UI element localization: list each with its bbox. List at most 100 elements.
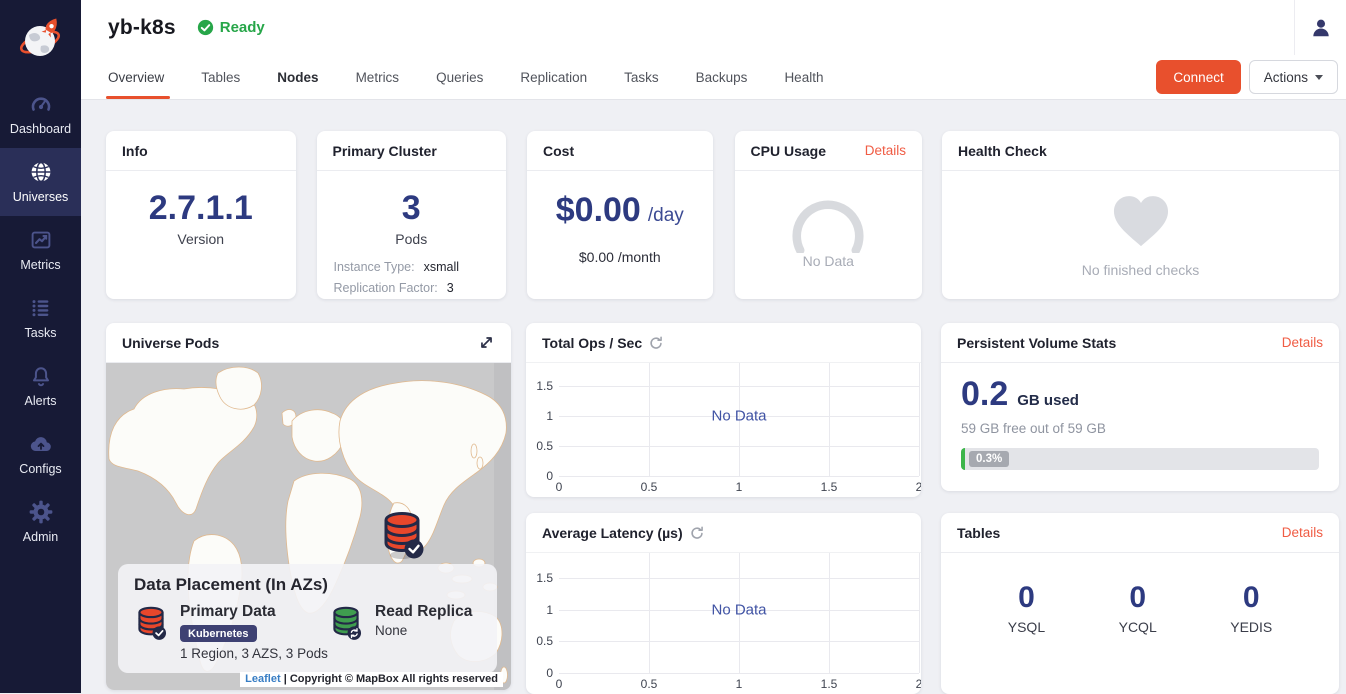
yugabyte-logo[interactable] — [0, 0, 81, 80]
avg-latency-title: Average Latency (µs) — [542, 525, 683, 541]
expand-icon[interactable] — [478, 334, 495, 351]
configs-cloud-upload-icon — [29, 432, 53, 456]
primary-data-marker[interactable] — [378, 509, 426, 561]
primary-data-legend: Primary Data Kubernetes 1 Region, 3 AZS,… — [134, 603, 329, 661]
sidebar: Dashboard Universes Metrics Tasks Alerts… — [0, 0, 81, 693]
metrics-chart-icon — [29, 228, 53, 252]
read-replica-legend: Read Replica None — [329, 603, 472, 661]
refresh-icon[interactable] — [690, 526, 704, 540]
check-circle-icon — [197, 19, 214, 36]
info-card-title: Info — [122, 143, 148, 159]
attribution-text: | Copyright © MapBox All rights reserved — [284, 673, 498, 685]
instance-type-row: Instance Type: xsmall — [334, 257, 490, 278]
tab-tasks[interactable]: Tasks — [624, 55, 659, 99]
read-replica-value: None — [375, 623, 472, 638]
globe-icon — [29, 160, 53, 184]
read-replica-label: Read Replica — [375, 603, 472, 621]
pv-usage-fill — [961, 448, 965, 470]
universe-title: yb-k8s — [108, 16, 176, 40]
tab-backups[interactable]: Backups — [696, 55, 748, 99]
kubernetes-badge: Kubernetes — [180, 625, 257, 642]
pv-free-text: 59 GB free out of 59 GB — [961, 421, 1319, 436]
replica-database-icon — [329, 605, 363, 643]
top-bar: yb-k8s Ready — [81, 0, 1346, 55]
tasks-list-icon — [29, 296, 53, 320]
total-ops-card: Total Ops / Sec 2 1.5 1 0.5 0 — [526, 323, 921, 497]
health-check-card: Health Check No finished checks — [942, 131, 1339, 299]
tab-replication[interactable]: Replication — [520, 55, 587, 99]
cost-per-month: $0.00 /month — [527, 249, 713, 265]
tab-queries[interactable]: Queries — [436, 55, 483, 99]
info-card: Info 2.7.1.1 Version — [106, 131, 296, 299]
cost-card-title: Cost — [543, 143, 574, 159]
pv-used-unit: GB used — [1017, 392, 1079, 409]
avg-latency-no-data: No Data — [711, 601, 766, 618]
avg-latency-card: Average Latency (µs) 2 1.5 1 0.5 — [526, 513, 921, 694]
health-check-title: Health Check — [958, 143, 1047, 159]
status-badge: Ready — [197, 19, 265, 36]
refresh-icon[interactable] — [649, 336, 663, 350]
tab-metrics[interactable]: Metrics — [356, 55, 400, 99]
data-placement-legend: Data Placement (In AZs) — [118, 564, 497, 673]
pv-percent-badge: 0.3% — [969, 451, 1009, 467]
chevron-down-icon — [1315, 75, 1323, 80]
version-label: Version — [106, 231, 296, 247]
cost-card: Cost $0.00 /day $0.00 /month — [527, 131, 713, 299]
tab-health[interactable]: Health — [784, 55, 823, 99]
pods-count: 3 — [317, 191, 507, 225]
map-attribution: Leaflet | Copyright © MapBox All rights … — [240, 672, 503, 687]
cost-per-day: $0.00 — [556, 193, 641, 227]
ycql-counter: 0 YCQL — [1119, 583, 1157, 635]
persistent-volume-card: Persistent Volume Stats Details 0.2 GB u… — [941, 323, 1339, 491]
cpu-usage-title: CPU Usage — [751, 143, 826, 159]
total-ops-chart: 2 1.5 1 0.5 0 0 0.5 1 1.5 2 No Data — [526, 363, 921, 497]
pods-label: Pods — [317, 231, 507, 247]
connect-button[interactable]: Connect — [1156, 60, 1240, 94]
gauge-arc-icon — [785, 185, 871, 253]
dashboard-gauge-icon — [29, 92, 53, 116]
tab-bar: Overview Tables Nodes Metrics Queries Re… — [81, 55, 1346, 100]
pv-usage-bar: 0.3% — [961, 448, 1319, 470]
cost-day-unit: /day — [648, 205, 684, 227]
user-menu[interactable] — [1294, 0, 1346, 55]
yedis-counter: 0 YEDIS — [1230, 583, 1272, 635]
primary-cluster-title: Primary Cluster — [333, 143, 437, 159]
alerts-bell-icon — [29, 364, 53, 388]
tab-tables[interactable]: Tables — [201, 55, 240, 99]
tables-title: Tables — [957, 525, 1000, 541]
cpu-usage-card: CPU Usage Details No Data — [735, 131, 923, 299]
tables-details-link[interactable]: Details — [1282, 525, 1323, 540]
world-map[interactable]: Data Placement (In AZs) — [106, 363, 511, 690]
cpu-no-data: No Data — [803, 253, 854, 269]
sidebar-item-metrics[interactable]: Metrics — [0, 216, 81, 284]
status-label: Ready — [220, 19, 265, 36]
placement-summary: 1 Region, 3 AZS, 3 Pods — [180, 646, 328, 661]
actions-label: Actions — [1264, 70, 1308, 85]
pv-title: Persistent Volume Stats — [957, 335, 1116, 351]
leaflet-link[interactable]: Leaflet — [245, 673, 280, 685]
sidebar-item-admin[interactable]: Admin — [0, 488, 81, 556]
sidebar-item-universes[interactable]: Universes — [0, 148, 81, 216]
overview-content: Info 2.7.1.1 Version Primary Cluster 3 P… — [81, 100, 1346, 693]
tab-nodes[interactable]: Nodes — [277, 55, 318, 99]
health-no-checks: No finished checks — [1082, 262, 1200, 278]
replication-factor-row: Replication Factor: 3 — [334, 278, 490, 299]
sidebar-item-alerts[interactable]: Alerts — [0, 352, 81, 420]
pv-details-link[interactable]: Details — [1282, 335, 1323, 350]
tab-overview[interactable]: Overview — [108, 55, 164, 99]
tables-card: Tables Details 0 YSQL 0 YCQL 0 YEDIS — [941, 513, 1339, 694]
actions-dropdown[interactable]: Actions — [1249, 60, 1338, 94]
legend-title: Data Placement (In AZs) — [134, 575, 481, 595]
total-ops-title: Total Ops / Sec — [542, 335, 642, 351]
heart-icon — [1110, 193, 1172, 249]
version-value: 2.7.1.1 — [106, 191, 296, 225]
sidebar-item-tasks[interactable]: Tasks — [0, 284, 81, 352]
universe-pods-card: Universe Pods — [106, 323, 511, 690]
sidebar-item-configs[interactable]: Configs — [0, 420, 81, 488]
cpu-details-link[interactable]: Details — [865, 143, 906, 158]
avg-latency-chart: 2 1.5 1 0.5 0 0 0.5 1 1.5 2 No Data — [526, 553, 921, 694]
sidebar-item-dashboard[interactable]: Dashboard — [0, 80, 81, 148]
total-ops-no-data: No Data — [711, 408, 766, 425]
primary-database-icon — [134, 605, 168, 643]
admin-gear-icon — [29, 500, 53, 524]
